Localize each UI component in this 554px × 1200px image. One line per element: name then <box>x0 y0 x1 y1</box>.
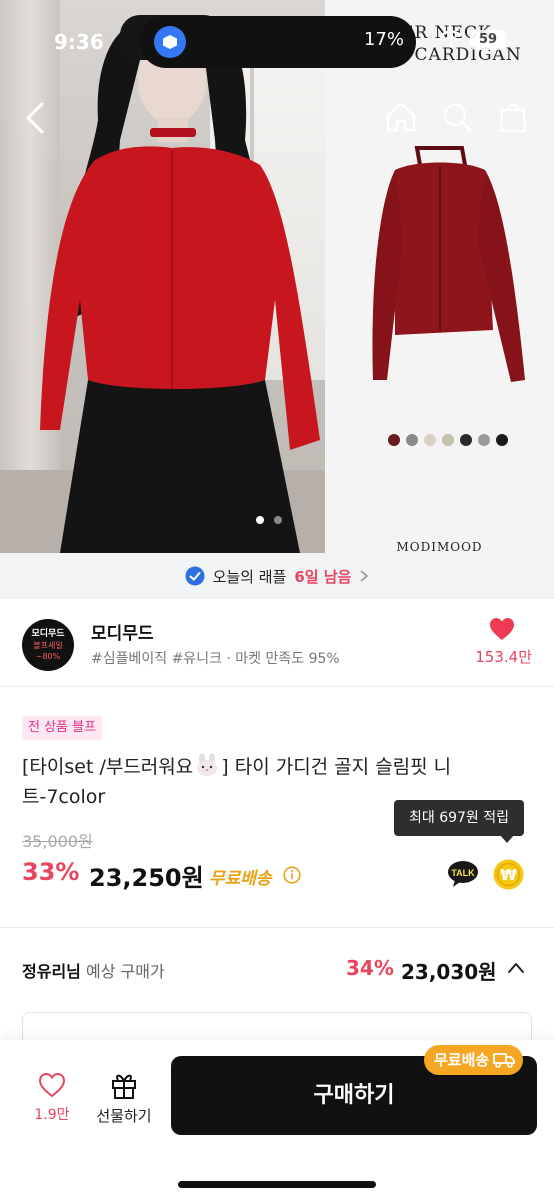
page-dot-active[interactable] <box>256 516 264 524</box>
wishlist-button[interactable]: 1.9만 <box>30 1072 74 1124</box>
info-icon[interactable] <box>283 866 301 884</box>
swatch <box>478 434 490 446</box>
shop-logo-name: 모디무드 <box>31 628 65 639</box>
app-activity-icon <box>154 26 186 58</box>
flatlay-photo: KER NECK RIBN CARDIGAN MODIMOOD <box>325 0 554 553</box>
shop-info[interactable]: 모디무드 블프세일 ~80% 모디무드 #심플베이직 #유니크 · 마켓 만족도… <box>0 599 554 687</box>
island-percentage: 17% <box>363 29 404 50</box>
battery-icon: 59 <box>470 30 506 50</box>
back-arrow-icon[interactable] <box>18 98 54 138</box>
verified-badge-icon <box>185 566 205 586</box>
free-shipping-label: 무료배송 <box>209 869 272 889</box>
product-title-part1: [타이set /부드러워요 <box>22 756 194 778</box>
model-photo <box>0 0 325 553</box>
talk-icon-label: TALK <box>451 868 475 878</box>
search-icon[interactable] <box>440 100 474 134</box>
status-time: 9:36 <box>54 30 104 54</box>
product-image-carousel[interactable]: KER NECK RIBN CARDIGAN MODIMOOD <box>0 0 554 553</box>
wifi-icon <box>440 30 462 48</box>
image-brand-text: MODIMOOD <box>396 540 483 553</box>
expected-price: 23,030원 <box>401 960 497 984</box>
chevron-right-icon <box>360 570 369 582</box>
swatch <box>496 434 508 446</box>
swatch <box>460 434 472 446</box>
heart-icon[interactable] <box>489 617 515 641</box>
points-tooltip: 최대 697원 적립 <box>394 800 524 843</box>
bunny-emoji-icon <box>197 754 218 776</box>
cardigan-illustration <box>372 146 525 382</box>
sale-price: 23,250원 <box>89 864 204 892</box>
discount-rate: 33% <box>22 858 80 886</box>
swatch <box>424 434 436 446</box>
shop-tags: #심플베이직 #유니크 · 마켓 만족도 95% <box>91 651 340 667</box>
original-price: 35,000원 <box>22 832 93 851</box>
gift-button[interactable]: 선물하기 <box>92 1070 156 1126</box>
points-coin-icon[interactable]: ₩ <box>493 859 524 890</box>
expected-label-text: 예상 구매가 <box>80 962 165 981</box>
shopping-bag-icon[interactable] <box>496 100 530 134</box>
expected-price-label: 정유리님 예상 구매가 <box>22 958 165 982</box>
shop-logo[interactable]: 모디무드 블프세일 ~80% <box>22 619 74 671</box>
home-indicator <box>178 1181 376 1188</box>
dynamic-island: 17% <box>140 16 416 68</box>
free-shipping-chip: 무료배송 <box>424 1045 524 1075</box>
ship-chip-label: 무료배송 <box>434 1051 490 1069</box>
shop-name[interactable]: 모디무드 <box>91 619 154 644</box>
sale-badge: 전 상품 블프 <box>22 716 103 740</box>
gift-label: 선물하기 <box>96 1107 152 1125</box>
swatch <box>388 434 400 446</box>
model-figure <box>40 15 320 553</box>
heart-outline-icon <box>38 1072 66 1098</box>
swatch <box>406 434 418 446</box>
kakao-talk-icon[interactable]: TALK <box>447 860 479 888</box>
page-dot[interactable] <box>274 516 282 524</box>
wish-count: 1.9만 <box>34 1107 70 1123</box>
expected-discount: 34% <box>346 956 394 980</box>
gift-icon <box>112 1074 136 1099</box>
raffle-label: 오늘의 래플 <box>212 567 287 586</box>
raffle-banner[interactable]: 오늘의 래플 6일 남음 <box>0 553 554 599</box>
color-swatches <box>388 434 508 446</box>
carousel-pagination <box>256 516 282 524</box>
user-name: 정유리님 <box>22 962 81 981</box>
home-icon[interactable] <box>384 100 418 134</box>
truck-icon <box>493 1053 516 1068</box>
divider <box>0 927 554 928</box>
coin-symbol: ₩ <box>500 866 517 884</box>
swatch <box>442 434 454 446</box>
bottom-action-bar: 1.9만 선물하기 구매하기 무료배송 <box>0 1040 554 1200</box>
raffle-remaining: 6일 남음 <box>294 567 352 586</box>
chevron-up-icon[interactable] <box>506 960 526 976</box>
shop-logo-sale-pct: ~80% <box>35 651 61 661</box>
shop-logo-sale: 블프세일 <box>33 640 63 650</box>
shop-like-count: 153.4만 <box>475 648 532 666</box>
